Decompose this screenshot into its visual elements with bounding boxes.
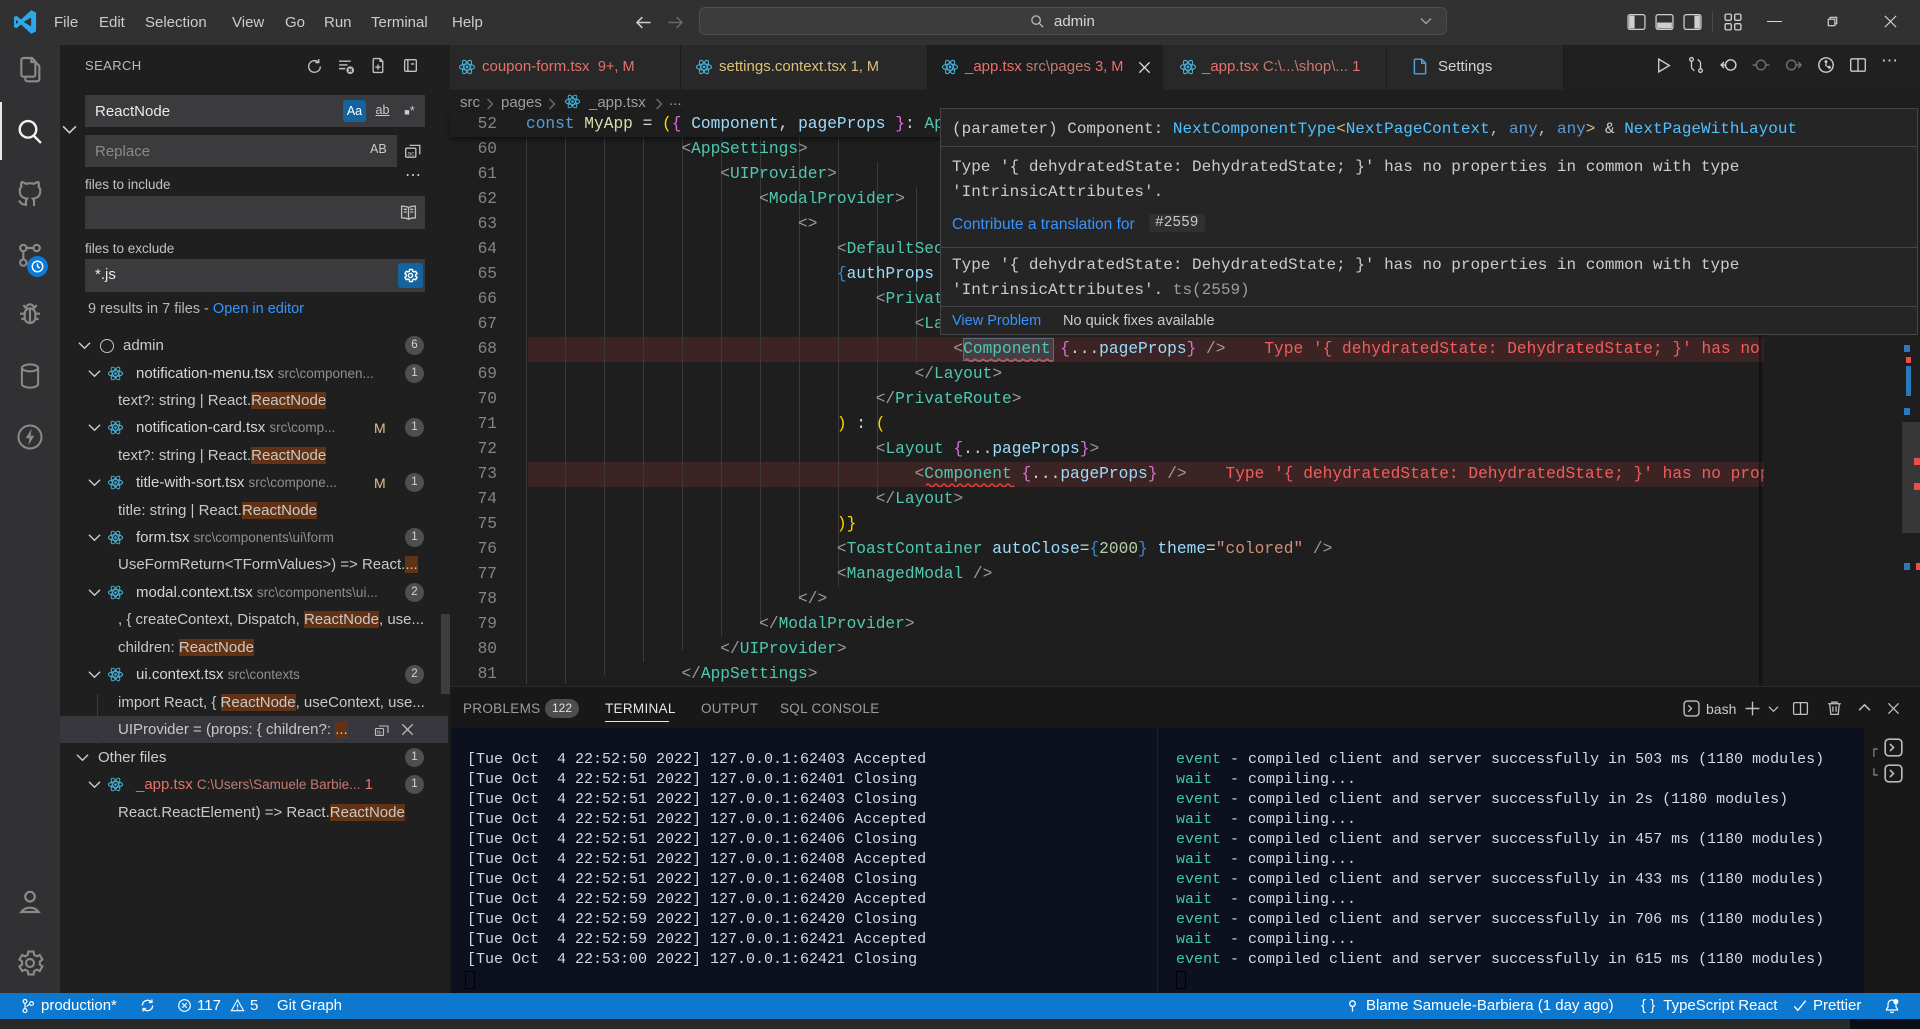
svg-text:ac: ac [407,151,415,158]
svg-text:fb: fb [377,731,382,737]
